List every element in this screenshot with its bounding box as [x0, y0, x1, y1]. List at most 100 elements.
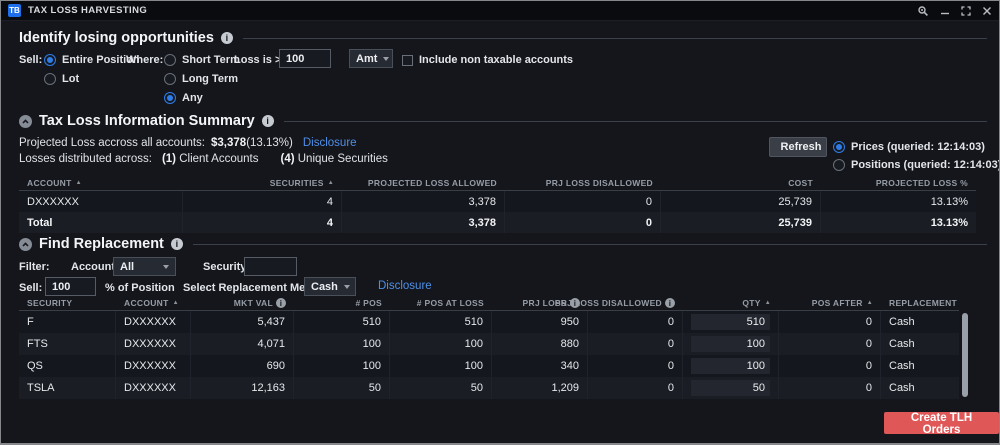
accounts-filter-value: All: [120, 261, 134, 273]
table-row[interactable]: DXXXXXX43,378025,73913.13%: [19, 191, 976, 212]
column-header-qty[interactable]: QTY▲: [683, 296, 779, 310]
column-header-security[interactable]: SECURITY: [19, 296, 116, 310]
cell-security: TSLA: [19, 377, 116, 399]
cell-replacement: Cash: [881, 355, 959, 377]
create-tlh-orders-button[interactable]: Create TLH Orders: [884, 412, 999, 434]
sort-asc-icon: ▲: [328, 180, 334, 186]
info-icon[interactable]: i: [665, 298, 675, 308]
table-row[interactable]: TSLADXXXXXX12,16350501,2090500Cash: [19, 377, 959, 399]
maximize-icon[interactable]: [961, 6, 971, 16]
cell-account: DXXXXXX: [116, 311, 191, 333]
column-header-securities[interactable]: SECURITIES▲: [183, 175, 342, 190]
table-row[interactable]: FDXXXXXX5,43751051095005100Cash: [19, 311, 959, 333]
identify-section-title: Identify losing opportunities: [19, 30, 214, 46]
cell-security: QS: [19, 355, 116, 377]
radio-short-term[interactable]: Short Term: [164, 52, 240, 68]
titlebar: TB TAX LOSS HARVESTING: [1, 1, 999, 21]
sell-pct-input[interactable]: [45, 277, 96, 296]
column-header-prj-loss-disallowed[interactable]: PRJ LOSS DISALLOWEDi: [588, 296, 683, 310]
where-label: Where:: [126, 52, 163, 68]
qty-input[interactable]: 100: [691, 336, 770, 352]
radio-icon: [44, 54, 56, 66]
cell-prj-loss: 880: [492, 333, 588, 355]
column-header-pos-after[interactable]: POS AFTER▲: [779, 296, 881, 310]
vertical-scrollbar[interactable]: [962, 313, 968, 397]
column-header-account[interactable]: ACCOUNT▲: [116, 296, 191, 310]
column-header-projected-loss[interactable]: PROJECTED LOSS %: [821, 175, 976, 190]
include-non-taxable-checkbox[interactable]: Include non taxable accounts: [402, 52, 573, 68]
cell-security: FTS: [19, 333, 116, 355]
radio-icon: [164, 54, 176, 66]
cell-pos: 100: [294, 333, 390, 355]
info-icon[interactable]: i: [171, 238, 183, 250]
unique-securities-count: (4): [280, 153, 294, 165]
radio-lot[interactable]: Lot: [44, 71, 79, 87]
refresh-label: Refresh: [781, 141, 822, 153]
info-icon[interactable]: i: [276, 298, 286, 308]
info-icon[interactable]: i: [262, 115, 274, 127]
disclosure-link[interactable]: Disclosure: [378, 280, 432, 292]
radio-prices-queried[interactable]: Prices (queried: 12:14:03): [833, 139, 985, 155]
radio-icon: [164, 92, 176, 104]
qty-input[interactable]: 50: [691, 380, 770, 396]
cell-security: F: [19, 311, 116, 333]
table-row[interactable]: FTSDXXXXXX4,07110010088001000Cash: [19, 333, 959, 355]
close-icon[interactable]: [982, 6, 992, 16]
cell-account: DXXXXXX: [116, 377, 191, 399]
replacement-method-dropdown[interactable]: Cash: [304, 277, 356, 296]
radio-long-term[interactable]: Long Term: [164, 71, 238, 87]
cell-mkt-val: 690: [191, 355, 294, 377]
collapse-icon[interactable]: [19, 238, 32, 251]
disclosure-link[interactable]: Disclosure: [303, 137, 357, 149]
cell-prj-loss-disallowed: 0: [588, 355, 683, 377]
radio-any[interactable]: Any: [164, 90, 203, 106]
loss-unit-dropdown[interactable]: Amt: [349, 49, 393, 68]
cell-prj-loss: 1,209: [492, 377, 588, 399]
radio-positions-queried[interactable]: Positions (queried: 12:14:03): [833, 157, 1000, 173]
table-header-row: SECURITYACCOUNT▲MKT VALi# POS# POS AT LO…: [19, 296, 959, 311]
column-header-mkt-val[interactable]: MKT VALi: [191, 296, 294, 310]
cell-pos: 50: [294, 377, 390, 399]
tax-loss-harvesting-window: TB TAX LOSS HARVESTING Identify losing o…: [0, 0, 1000, 445]
minimize-icon[interactable]: [940, 6, 950, 16]
cell-prj-loss-disallowed: 0: [588, 333, 683, 355]
section-divider: [284, 121, 987, 122]
radio-icon: [44, 73, 56, 85]
summary-section-header: Tax Loss Information Summary i: [19, 113, 987, 129]
security-filter-input[interactable]: [244, 257, 297, 276]
chevron-down-icon: [383, 57, 389, 61]
table-row[interactable]: QSDXXXXXX69010010034001000Cash: [19, 355, 959, 377]
cell-securities: 4: [183, 212, 342, 233]
replacement-section-title: Find Replacement: [39, 236, 164, 252]
replacement-table: SECURITYACCOUNT▲MKT VALi# POS# POS AT LO…: [19, 296, 959, 399]
refresh-button[interactable]: Refresh: [769, 137, 827, 157]
column-header-account[interactable]: ACCOUNT▲: [19, 175, 183, 190]
chevron-down-icon: [163, 265, 169, 269]
settings-search-icon[interactable]: [917, 5, 929, 17]
loss-threshold-input[interactable]: [279, 49, 331, 68]
cell-pos-at-loss: 100: [390, 333, 492, 355]
qty-input[interactable]: 100: [691, 358, 770, 374]
column-header-pos-at-loss[interactable]: # POS AT LOSS: [390, 296, 492, 310]
cell-mkt-val: 5,437: [191, 311, 294, 333]
column-header-pos[interactable]: # POS: [294, 296, 390, 310]
column-header-cost[interactable]: COST: [661, 175, 821, 190]
checkbox-label: Include non taxable accounts: [419, 52, 573, 68]
column-header-replacement[interactable]: REPLACEMENT: [881, 296, 959, 310]
accounts-filter-dropdown[interactable]: All: [113, 257, 176, 276]
section-divider: [243, 38, 987, 39]
sort-asc-icon: ▲: [173, 300, 179, 306]
identify-section-header: Identify losing opportunities i: [19, 30, 987, 46]
column-header-prj-loss-disallowed[interactable]: PRJ LOSS DISALLOWED: [505, 175, 661, 190]
cell-mkt-val: 4,071: [191, 333, 294, 355]
radio-icon: [833, 159, 845, 171]
table-total-row[interactable]: Total43,378025,73913.13%: [19, 212, 976, 233]
column-header-projected-loss-allowed[interactable]: PROJECTED LOSS ALLOWED: [342, 175, 505, 190]
sell-label: Sell:: [19, 52, 42, 68]
client-accounts-label: Client Accounts: [179, 153, 258, 165]
projected-loss-line: Projected Loss accross all accounts: $3,…: [19, 137, 357, 149]
qty-input[interactable]: 510: [691, 314, 770, 330]
cell-pos-after: 0: [779, 311, 881, 333]
collapse-icon[interactable]: [19, 115, 32, 128]
info-icon[interactable]: i: [221, 32, 233, 44]
